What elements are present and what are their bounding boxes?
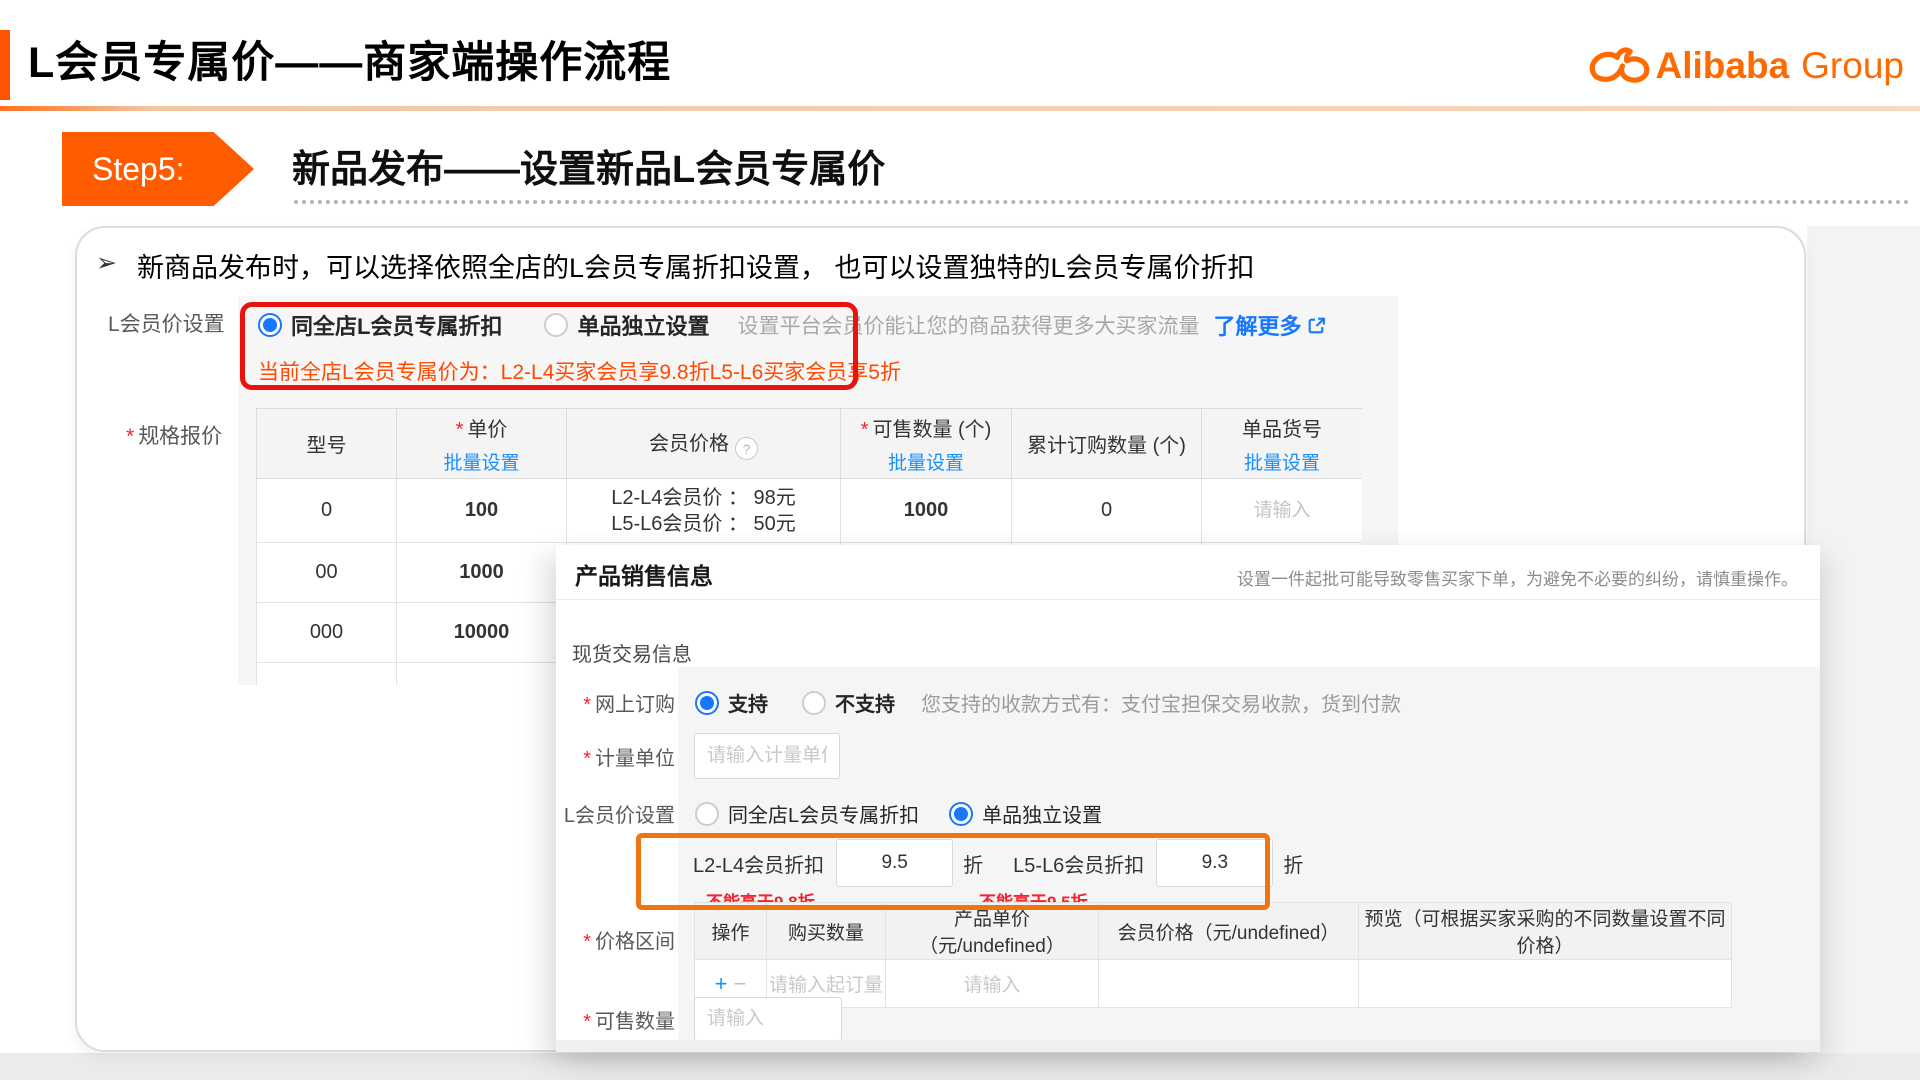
arrow-bullet-icon: ➢ (96, 246, 117, 285)
header-accent-bar (0, 30, 10, 100)
price-range-table: 操作 购买数量 产品单价（元/undefined） 会员价格（元/undefin… (694, 902, 1732, 1008)
member-price-cell: L2-L4会员价 ： 98元 L5-L6会员价 ： 50元 (567, 479, 841, 543)
alibaba-group-logo: Alibaba Group (1588, 44, 1904, 88)
discount-inputs-row: L2-L4会员折扣 折 L5-L6会员折扣 折 (693, 840, 1303, 886)
page-background-bottom (0, 1053, 1920, 1080)
logo-group-text: Group (1801, 45, 1904, 87)
product-sales-title: 产品销售信息 (575, 557, 713, 591)
member-price-helper-text: 设置平台会员价能让您的商品获得更多大买家流量 (737, 310, 1199, 340)
sellable-qty-input[interactable] (694, 997, 842, 1041)
header-divider (0, 106, 1920, 111)
unit-input[interactable] (694, 733, 840, 779)
radio-same-store-discount-label[interactable]: 同全店L会员专属折扣 (728, 799, 919, 828)
ordered-cell: 0 (1012, 479, 1202, 543)
col-header-member-price: 会员价格? (567, 409, 841, 479)
col-header-model: 型号 (257, 409, 397, 479)
batch-set-qty-link[interactable]: 批量设置 (888, 448, 964, 475)
radio-online-unsupport-label[interactable]: 不支持 (835, 688, 895, 717)
col-member-price: 会员价格（元/undefined） (1099, 903, 1359, 960)
unit-price-cell: 请输入 (886, 960, 1099, 1008)
required-asterisk: * (126, 425, 134, 448)
product-sales-panel: 产品销售信息 设置一件起批可能导致零售买家下单，为避免不必要的纠纷，请慎重操作。… (556, 545, 1820, 1052)
unit-row: *计量单位 (556, 733, 840, 779)
col-buy-qty: 购买数量 (767, 903, 886, 960)
member-price-setting-label: L会员价设置 (108, 308, 225, 338)
qty-cell: 1000 (841, 479, 1012, 543)
sku-cell (1202, 479, 1363, 543)
col-header-qty: *可售数量 (个) 批量设置 (841, 409, 1012, 479)
page-title: L会员专属价——商家端操作流程 (28, 28, 671, 90)
sku-input[interactable] (1209, 499, 1355, 523)
col-header-price: *单价 批量设置 (397, 409, 567, 479)
min-batch-warning: 设置一件起批可能导致零售买家下单，为避免不必要的纠纷，请慎重操作。 (1237, 565, 1798, 590)
spot-trade-section-title: 现货交易信息 (572, 638, 692, 667)
radio-single-setting[interactable] (544, 313, 568, 337)
spec-quote-label: *规格报价 (126, 420, 222, 450)
model-cell: 0 (257, 479, 397, 543)
radio-online-support-selected[interactable] (695, 691, 719, 715)
price-cell: 1000 (397, 543, 567, 603)
batch-set-sku-link[interactable]: 批量设置 (1244, 448, 1320, 475)
spec-table-row: 0 100 L2-L4会员价 ： 98元 L5-L6会员价 ： 50元 1000… (257, 479, 1363, 543)
member-price-cell (1099, 960, 1359, 1008)
step-heading: 新品发布——设置新品L会员专属价 (292, 138, 885, 193)
member-setting-row: L会员价设置 同全店L会员专属折扣 单品独立设置 (556, 799, 1102, 828)
remove-row-icon[interactable]: − (734, 971, 747, 996)
online-order-row: *网上订购 支持 不支持 您支持的收款方式有：支付宝担保交易收款，货到付款 (556, 688, 1401, 717)
model-cell: 00 (257, 543, 397, 603)
panel-footer-strip (556, 1040, 1820, 1052)
intro-text: 新商品发布时，可以选择依照全店的L会员专属折扣设置， 也可以设置独特的L会员专属… (137, 246, 1255, 285)
radio-online-unsupport[interactable] (802, 691, 826, 715)
store-discount-radio-row: 同全店L会员专属折扣 单品独立设置 设置平台会员价能让您的商品获得更多大买家流量… (258, 309, 1327, 341)
sellable-qty-label: *可售数量 (556, 1005, 675, 1034)
radio-store-discount-label[interactable]: 同全店L会员专属折扣 (291, 309, 502, 341)
radio-independent-selected[interactable] (949, 802, 973, 826)
l2-l4-discount-label: L2-L4会员折扣 (693, 849, 824, 878)
col-preview: 预览（可根据买家采购的不同数量设置不同价格） (1359, 903, 1732, 960)
l5-l6-discount-unit: 折 (1283, 849, 1303, 878)
l2-l4-discount-unit: 折 (963, 849, 983, 878)
help-icon[interactable]: ? (735, 437, 758, 460)
alibaba-logo-icon (1588, 44, 1650, 88)
preview-cell (1359, 960, 1732, 1008)
sellable-qty-row: *可售数量 (556, 997, 842, 1041)
logo-brand-text: Alibaba (1656, 45, 1790, 87)
page-background-right (1807, 226, 1920, 1080)
step-badge: Step5: (62, 132, 254, 206)
l5-l6-discount-input[interactable] (1156, 839, 1273, 887)
price-range-row: +− 请输入起订量 请输入 (695, 960, 1732, 1008)
radio-same-store-discount[interactable] (695, 802, 719, 826)
current-store-discount-text: 当前全店L会员专属价为：L2-L4买家会员享9.8折L5-L6买家会员享5折 (258, 356, 901, 386)
add-row-icon[interactable]: + (715, 971, 728, 996)
learn-more-link[interactable]: 了解更多 (1213, 309, 1327, 341)
payment-methods-note: 您支持的收款方式有：支付宝担保交易收款，货到付款 (921, 688, 1401, 717)
panel-divider (556, 599, 1820, 600)
batch-set-price-link[interactable]: 批量设置 (443, 448, 519, 475)
col-unit-price: 产品单价（元/undefined） (886, 903, 1099, 960)
radio-store-discount-selected[interactable] (258, 313, 282, 337)
radio-single-setting-label[interactable]: 单品独立设置 (577, 309, 709, 341)
unit-price-placeholder[interactable]: 请输入 (963, 975, 1020, 996)
model-cell: 000 (257, 603, 397, 663)
online-order-label: *网上订购 (556, 688, 675, 717)
price-range-label: *价格区间 (556, 925, 675, 954)
col-op: 操作 (695, 903, 767, 960)
intro-bullet-line: ➢ 新商品发布时，可以选择依照全店的L会员专属折扣设置， 也可以设置独特的L会员… (96, 246, 1255, 285)
price-cell: 10000 (397, 603, 567, 663)
external-link-icon[interactable] (1306, 315, 1327, 336)
dotted-divider (294, 200, 1910, 204)
col-header-ordered: 累计订购数量 (个) (1012, 409, 1202, 479)
l2-l4-discount-input[interactable] (836, 839, 953, 887)
col-header-sku: 单品货号 批量设置 (1202, 409, 1363, 479)
l5-l6-discount-label: L5-L6会员折扣 (1013, 849, 1144, 878)
min-order-placeholder[interactable]: 请输入起订量 (769, 975, 883, 996)
radio-independent-label[interactable]: 单品独立设置 (982, 799, 1102, 828)
unit-label: *计量单位 (556, 742, 675, 771)
radio-online-support-label[interactable]: 支持 (728, 688, 768, 717)
member-setting-label: L会员价设置 (556, 799, 675, 828)
price-cell: 100 (397, 479, 567, 543)
